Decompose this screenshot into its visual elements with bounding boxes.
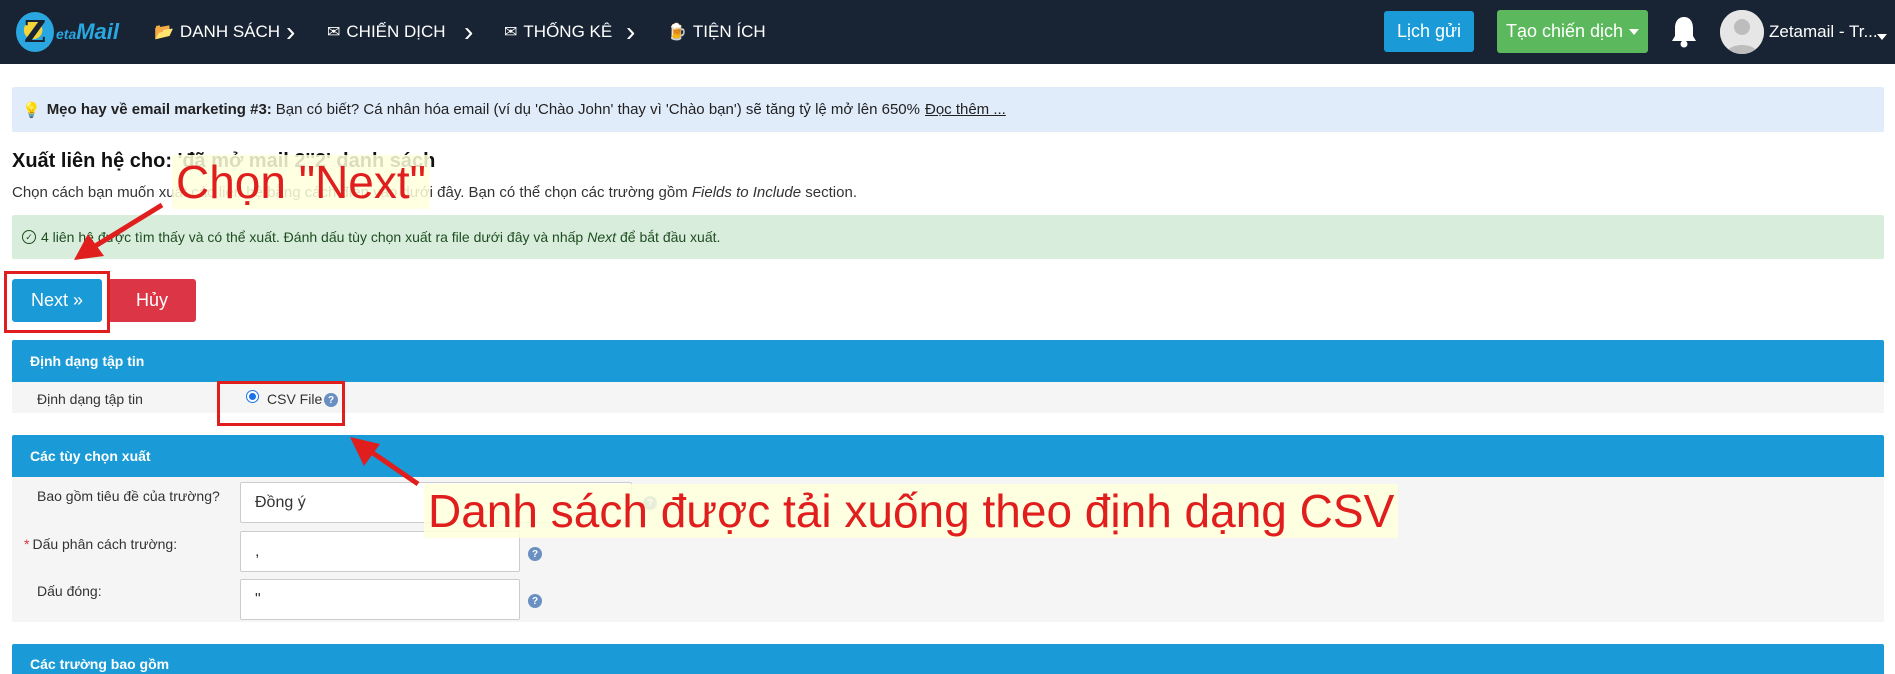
annotation-csv-hint: Danh sách được tải xuống theo định dạng … [424, 484, 1399, 538]
bell-icon[interactable] [1670, 15, 1698, 49]
folder-icon: 📂 [154, 24, 174, 41]
enclosure-label: Dấu đóng: [37, 583, 102, 599]
schedule-button[interactable]: Lịch gửi [1384, 11, 1474, 52]
chevron-right-icon: › [626, 16, 636, 47]
logo-text-small: eta [56, 26, 77, 42]
lightbulb-icon: 💡 [22, 101, 41, 119]
tip-text: Bạn có biết? Cá nhân hóa email (ví dụ 'C… [275, 101, 920, 118]
tip-title: Mẹo hay về email marketing #3: [46, 101, 272, 118]
fields-include-header: Các trường bao gồm [12, 644, 1884, 674]
subtitle-end: section. [805, 184, 857, 201]
enclosure-input[interactable]: " [240, 579, 520, 620]
file-format-header: Định dạng tập tin [12, 340, 1884, 382]
check-circle-icon: ✓ [22, 230, 36, 244]
success-italic: Next [587, 229, 616, 245]
logo-mark: Z [16, 12, 54, 52]
next-highlight-box [4, 271, 110, 333]
nav-thong-ke[interactable]: ✉ THỐNG KÊ [504, 22, 612, 42]
nav-label: CHIẾN DỊCH [346, 22, 446, 41]
logo-text-main: Mail [76, 19, 120, 44]
success-end: để bắt đầu xuất. [620, 229, 721, 245]
file-format-label: Định dạng tập tin [37, 391, 143, 407]
nav-label: THỐNG KÊ [523, 22, 613, 41]
help-icon[interactable]: ? [528, 547, 542, 561]
nav-chien-dich[interactable]: ✉ CHIẾN DỊCH [327, 22, 446, 42]
tip-banner: 💡 Mẹo hay về email marketing #3: Bạn có … [12, 87, 1884, 132]
csv-highlight-box [217, 381, 345, 426]
beer-icon: 🍺 [667, 24, 687, 41]
caret-down-icon [1629, 28, 1640, 35]
separator-label: * Dấu phân cách trường: [24, 536, 177, 552]
subtitle-italic: Fields to Include [691, 184, 802, 201]
chevron-right-icon: › [464, 16, 474, 47]
nav-label: DANH SÁCH [179, 22, 281, 41]
envelope-icon: ✉ [504, 24, 518, 41]
include-header-value: Đồng ý [255, 493, 306, 511]
separator-label-text: Dấu phân cách trường: [32, 536, 178, 552]
caret-down-icon[interactable] [1877, 34, 1887, 40]
cancel-button[interactable]: Hủy [108, 279, 196, 322]
success-text: 4 liên hệ được tìm thấy và có thể xuất. … [41, 229, 584, 245]
export-options-header: Các tùy chọn xuất [12, 435, 1884, 477]
annotation-next-hint: Chọn "Next" [172, 155, 430, 209]
create-campaign-label: Tạo chiến dịch [1505, 21, 1624, 41]
help-icon[interactable]: ? [528, 594, 542, 608]
success-alert: ✓ 4 liên hệ được tìm thấy và có thể xuất… [12, 215, 1884, 259]
top-navbar: Z etaMail 📂 DANH SÁCH › ✉ CHIẾN DỊCH › ✉… [0, 0, 1895, 64]
create-campaign-button[interactable]: Tạo chiến dịch [1497, 10, 1648, 53]
page-subtitle: Chọn cách bạn muốn xuất các liên hệ bằng… [12, 184, 857, 201]
nav-danh-sach[interactable]: 📂 DANH SÁCH [154, 22, 280, 42]
nav-tien-ich[interactable]: 🍺 TIỆN ÍCH [667, 22, 766, 42]
avatar[interactable] [1720, 10, 1764, 54]
zetamail-logo[interactable]: Z etaMail [16, 12, 119, 52]
envelope-icon: ✉ [327, 24, 341, 41]
chevron-right-icon: › [286, 16, 296, 47]
required-marker: * [24, 536, 30, 552]
nav-label: TIỆN ÍCH [692, 22, 766, 41]
user-name[interactable]: Zetamail - Tr... [1769, 22, 1878, 42]
include-header-label: Bao gồm tiêu đề của trường? [37, 488, 220, 504]
read-more-link[interactable]: Đọc thêm ... [925, 101, 1006, 118]
